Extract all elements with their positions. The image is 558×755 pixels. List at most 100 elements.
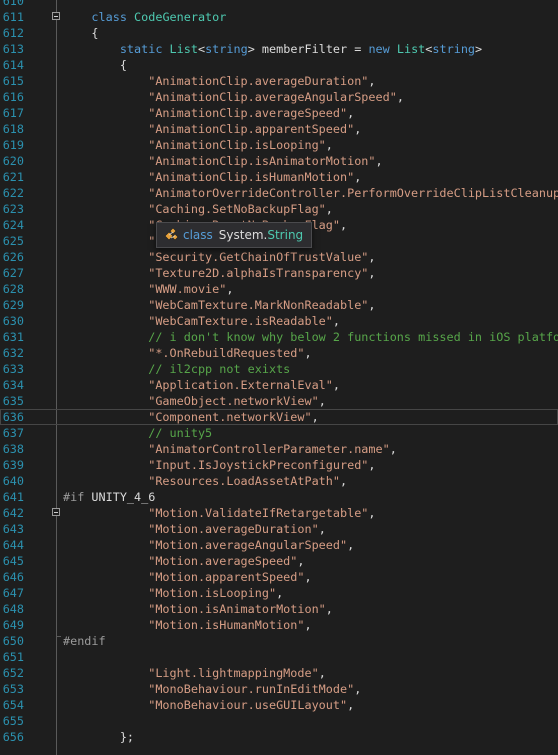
code-line[interactable]: 622 "AnimatorOverrideController.PerformO… — [0, 185, 558, 201]
outline-end-marker — [56, 636, 61, 637]
code-token: , — [226, 282, 234, 296]
code-text: "AnimatorControllerParameter.name", — [63, 441, 397, 457]
code-token: { — [63, 26, 99, 40]
code-line[interactable]: 616 "AnimationClip.averageAngularSpeed", — [0, 89, 558, 105]
code-text: "Light.lightmappingMode", — [63, 665, 326, 681]
code-text: { — [63, 25, 99, 41]
code-token: "AnimationClip.averageDuration" — [63, 74, 369, 88]
collapse-icon[interactable] — [52, 12, 60, 20]
code-line[interactable]: 631 // i don't know why below 2 function… — [0, 329, 558, 345]
code-line[interactable]: 612 { — [0, 25, 558, 41]
code-token: "AnimationClip.apparentSpeed" — [63, 122, 355, 136]
line-number: 651 — [2, 650, 24, 664]
quick-info-tooltip: class System. String — [156, 222, 313, 248]
code-line[interactable]: 644 "Motion.averageAngularSpeed", — [0, 537, 558, 553]
code-token: , — [368, 458, 376, 472]
code-token: > memberFilter = — [247, 42, 369, 56]
code-line[interactable]: 648 "Motion.isAnimatorMotion", — [0, 601, 558, 617]
code-line[interactable]: 626 "Security.GetChainOfTrustValue", — [0, 249, 558, 265]
code-token: string — [205, 42, 248, 56]
line-number: 629 — [2, 298, 24, 312]
code-token: new — [368, 42, 397, 56]
code-text: // i don't know why below 2 functions mi… — [63, 329, 558, 345]
code-line[interactable]: 654 "MonoBehaviour.useGUILayout", — [0, 697, 558, 713]
line-number: 652 — [2, 666, 24, 680]
code-token: , — [332, 314, 340, 328]
code-line[interactable]: 642 "Motion.ValidateIfRetargetable", — [0, 505, 558, 521]
line-number: 611 — [2, 10, 24, 24]
code-line[interactable]: 613 static List<string> memberFilter = n… — [0, 41, 558, 57]
collapse-icon[interactable] — [52, 508, 60, 516]
line-number: 646 — [2, 570, 24, 584]
code-token: "AnimationClip.averageAngularSpeed" — [63, 90, 397, 104]
code-token: "*.OnRebuildRequested" — [63, 346, 305, 360]
code-line[interactable]: 621 "AnimationClip.isHumanMotion", — [0, 169, 558, 185]
code-text: "AnimationClip.isHumanMotion", — [63, 169, 361, 185]
code-token: , — [354, 122, 362, 136]
code-line[interactable]: 619 "AnimationClip.isLooping", — [0, 137, 558, 153]
code-token: List — [169, 42, 198, 56]
code-token: "AnimationClip.isHumanMotion" — [63, 170, 355, 184]
code-token: , — [332, 378, 340, 392]
code-token: #endif — [63, 634, 106, 648]
code-token: , — [347, 538, 355, 552]
code-line[interactable]: 650 #endif — [0, 633, 558, 649]
code-token: , — [297, 554, 305, 568]
code-line[interactable]: 630 "WebCamTexture.isReadable", — [0, 313, 558, 329]
code-line[interactable]: 615 "AnimationClip.averageDuration", — [0, 73, 558, 89]
code-line[interactable]: 641 #if UNITY_4_6 — [0, 489, 558, 505]
code-line[interactable]: 651 — [0, 649, 558, 665]
code-line[interactable]: 617 "AnimationClip.averageSpeed", — [0, 105, 558, 121]
code-line[interactable]: 623 "Caching.SetNoBackupFlag", — [0, 201, 558, 217]
code-token: { — [63, 58, 127, 72]
line-number: 612 — [2, 26, 24, 40]
line-number: 630 — [2, 314, 24, 328]
code-token: , — [304, 618, 312, 632]
code-line[interactable]: 638 "AnimatorControllerParameter.name", — [0, 441, 558, 457]
code-text: "*.OnRebuildRequested", — [63, 345, 311, 361]
code-line[interactable]: 646 "Motion.apparentSpeed", — [0, 569, 558, 585]
code-line[interactable]: 618 "AnimationClip.apparentSpeed", — [0, 121, 558, 137]
code-line[interactable]: 649 "Motion.isHumanMotion", — [0, 617, 558, 633]
line-number: 610 — [2, 0, 24, 8]
code-token: "Motion.averageDuration" — [63, 522, 319, 536]
code-token: "AnimatorControllerParameter.name" — [63, 442, 390, 456]
code-line[interactable]: 610 — [0, 0, 558, 9]
code-line[interactable]: 640 "Resources.LoadAssetAtPath", — [0, 473, 558, 489]
line-number: 617 — [2, 106, 24, 120]
code-line[interactable]: 652 "Light.lightmappingMode", — [0, 665, 558, 681]
code-line[interactable]: 611 class CodeGenerator — [0, 9, 558, 25]
code-line[interactable]: 655 — [0, 713, 558, 729]
code-line[interactable]: 620 "AnimationClip.isAnimatorMotion", — [0, 153, 558, 169]
code-line[interactable]: 627 "Texture2D.alphaIsTransparency", — [0, 265, 558, 281]
code-token: , — [368, 298, 376, 312]
code-line[interactable]: 653 "MonoBehaviour.runInEditMode", — [0, 681, 558, 697]
code-line[interactable]: 643 "Motion.averageDuration", — [0, 521, 558, 537]
line-number: 649 — [2, 618, 24, 632]
code-line[interactable]: 633 // il2cpp not exixts — [0, 361, 558, 377]
code-line[interactable]: 632 "*.OnRebuildRequested", — [0, 345, 558, 361]
code-editor[interactable]: 610 611 class CodeGenerator 612 {613 stati… — [0, 0, 558, 755]
code-token: , — [340, 218, 348, 232]
code-token: List — [396, 42, 426, 56]
code-line[interactable]: 637 // unity5 — [0, 425, 558, 441]
code-line[interactable]: 634 "Application.ExternalEval", — [0, 377, 558, 393]
code-text: #if UNITY_4_6 — [63, 489, 155, 505]
code-line[interactable]: 628 "WWW.movie", — [0, 281, 558, 297]
code-line[interactable]: 635 "GameObject.networkView", — [0, 393, 558, 409]
code-text: "WebCamTexture.isReadable", — [63, 313, 340, 329]
code-line[interactable]: 639 "Input.IsJoystickPreconfigured", — [0, 457, 558, 473]
code-line[interactable]: 629 "WebCamTexture.MarkNonReadable", — [0, 297, 558, 313]
line-number: 648 — [2, 602, 24, 616]
code-token: // i don't know why below 2 functions mi… — [63, 330, 558, 344]
code-line[interactable]: 614 { — [0, 57, 558, 73]
code-text: "AnimationClip.isLooping", — [63, 137, 333, 153]
code-line[interactable]: 647 "Motion.isLooping", — [0, 585, 558, 601]
code-token: "Motion.averageSpeed" — [63, 554, 298, 568]
code-line[interactable]: 645 "Motion.averageSpeed", — [0, 553, 558, 569]
code-token: "Motion.averageAngularSpeed" — [63, 538, 348, 552]
code-token: "MonoBehaviour.runInEditMode" — [63, 682, 355, 696]
code-line[interactable]: 656 }; — [0, 729, 558, 745]
code-line[interactable]: 636 "Component.networkView", — [0, 409, 558, 425]
code-token: "WebCamTexture.isReadable" — [63, 314, 333, 328]
